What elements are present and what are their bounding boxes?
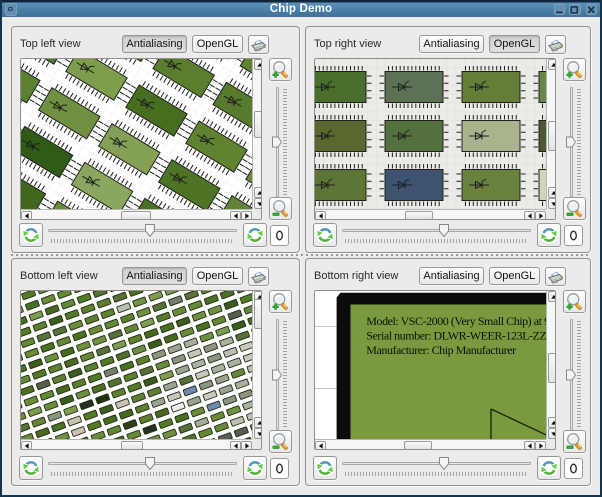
svg-text:Serial number: DLWR-WEER-123L-: Serial number: DLWR-WEER-123L-ZZ334 <box>366 329 556 343</box>
svg-text:Manufacturer: Chip Manufacture: Manufacturer: Chip Manufacturer <box>366 343 516 357</box>
svg-text:Model: VSC-2000 (Very Small Ch: Model: VSC-2000 (Very Small Chip) at 97 <box>366 314 555 328</box>
